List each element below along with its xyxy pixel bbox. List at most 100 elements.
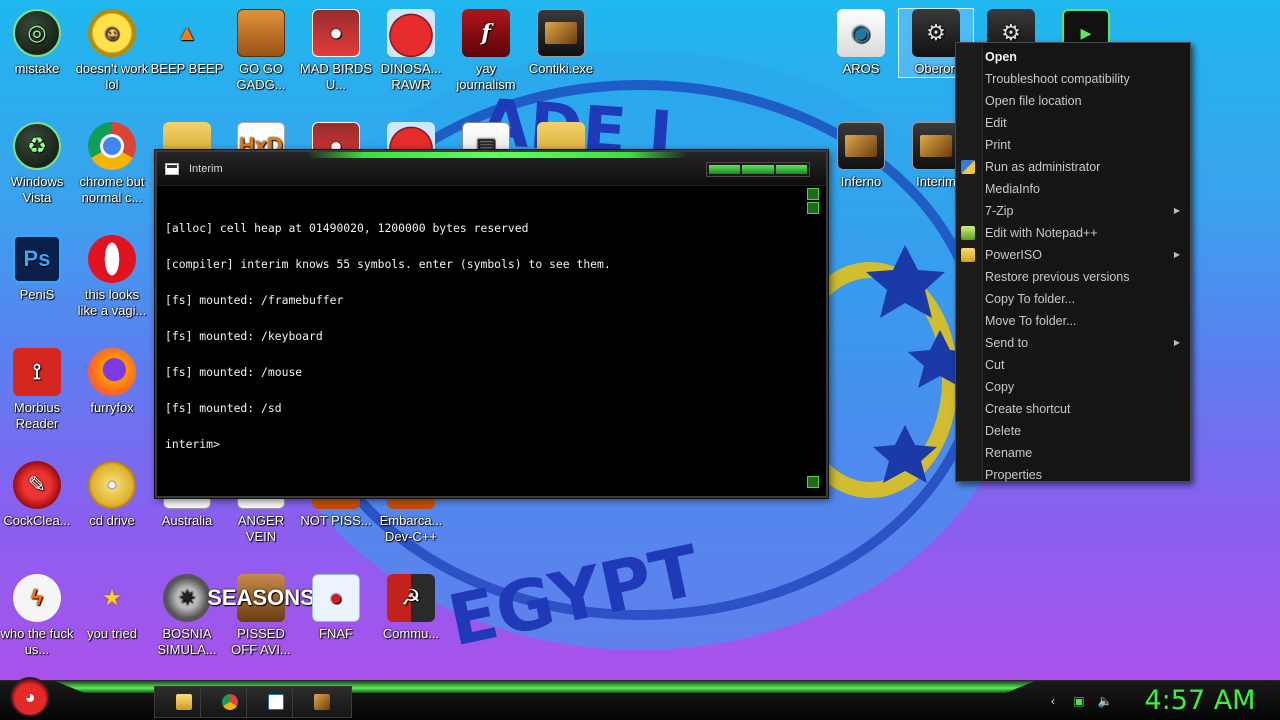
desktop-icon[interactable]: ⟟ Morbius Reader [0, 348, 74, 432]
menu-item-label: Cut [985, 358, 1005, 372]
menu-item[interactable]: 7-Zip ▶ [956, 200, 1190, 222]
menu-item[interactable]: Open file location [956, 90, 1190, 112]
desktop-icon[interactable]: this looks like a vagi... [75, 235, 149, 319]
menu-item-label: Delete [985, 424, 1022, 438]
menu-item[interactable]: Troubleshoot compatibility [956, 68, 1190, 90]
submenu-arrow-icon: ▶ [1173, 338, 1180, 347]
context-menu: Open Troubleshoot compatibility Open file … [955, 42, 1191, 482]
desktop-icon-label: AROS [842, 61, 880, 76]
desktop-icon-label: furryfox [90, 400, 134, 415]
desktop-icon[interactable]: ✎ CockClea... [0, 461, 74, 529]
desktop-icon[interactable]: chrome but normal c... [75, 122, 149, 206]
minimize-button[interactable] [709, 165, 741, 174]
console-line: [fs] mounted: /framebuffer [165, 293, 344, 307]
menu-item[interactable]: PowerISO ▶ [956, 244, 1190, 266]
menu-item[interactable]: Move To folder... [956, 310, 1190, 332]
menu-item-label: Edit [985, 116, 1007, 130]
scroll-thumb[interactable] [807, 202, 819, 214]
desktop-icon-label: Australia [161, 513, 213, 528]
desktop-icon[interactable]: SEASONS PISSED OFF AVI... [207, 574, 315, 658]
maximize-button[interactable] [742, 165, 774, 174]
scroll-down-button[interactable] [807, 476, 819, 488]
angry-birds-seasons-icon: SEASONS [207, 574, 315, 622]
desktop-icon[interactable]: cd drive [75, 461, 149, 529]
desktop-icon-label: Inferno [840, 174, 882, 189]
menu-item[interactable]: Cut [956, 354, 1190, 376]
desktop-icon[interactable]: ☭ Commu... [374, 574, 448, 642]
desktop-icon-label: Embarca... Dev-C++ [379, 513, 443, 544]
menu-item[interactable]: Edit [956, 112, 1190, 134]
console-line: [fs] mounted: /sd [165, 401, 282, 415]
desktop-icon[interactable]: ● FNAF [299, 574, 373, 642]
desktop-icon[interactable]: ▲ BEEP BEEP [150, 9, 224, 77]
start-button[interactable]: ◕ [10, 677, 50, 717]
desktop-icon[interactable]: Ps PeniS [0, 235, 74, 303]
terminal-app-icon [165, 162, 179, 175]
firefox-icon [88, 348, 136, 396]
menu-item-label: Send to [985, 336, 1029, 350]
chrome-icon [222, 694, 238, 710]
menu-item-label: Restore previous versions [985, 270, 1130, 284]
desktop-icon[interactable]: ★ you tried [75, 574, 149, 642]
cd-drive-icon [88, 461, 136, 509]
menu-item-label: Open [985, 50, 1017, 64]
desktop-icon-label: ANGER VEIN [237, 513, 285, 544]
chrome-icon [88, 122, 136, 170]
desktop-icon[interactable]: ● MAD BIRDS U... [299, 9, 373, 93]
flash-icon: f [462, 9, 510, 57]
desktop-icon[interactable]: ◎ mistake [0, 9, 74, 77]
console-output[interactable]: [alloc] cell heap at 01490020, 1200000 b… [165, 198, 802, 486]
menu-item-label: Edit with Notepad++ [985, 226, 1098, 240]
menu-item[interactable]: Open [956, 46, 1190, 68]
menu-item[interactable]: Edit with Notepad++ [956, 222, 1190, 244]
desktop-icon[interactable]: f yay journalism [449, 9, 523, 93]
desktop-icon-label: GO GO GADG... [236, 61, 286, 92]
menu-item[interactable]: Send to ▶ [956, 332, 1190, 354]
close-button[interactable] [775, 165, 807, 174]
desktop-icon[interactable]: ☺ doesn't work lol [75, 9, 149, 93]
scrollbar[interactable] [806, 188, 820, 488]
recycle-orb-icon: ♻ [13, 122, 61, 170]
interim-terminal-window[interactable]: Interim [alloc] cell heap at 01490020, 1… [155, 150, 828, 498]
menu-item-label: Open file location [985, 94, 1082, 108]
desktop-icon[interactable]: ♻ Windows Vista [0, 122, 74, 206]
desktop-icon-label: chrome but normal c... [79, 174, 145, 205]
clock[interactable]: 4:57 AM [1130, 681, 1270, 720]
menu-item-label: Properties [985, 468, 1042, 482]
terminal-title-bar[interactable]: Interim [157, 152, 826, 186]
aros-eye-icon [268, 694, 284, 710]
desktop-icon[interactable]: DINOSA... RAWR [374, 9, 448, 93]
scroll-up-button[interactable] [807, 188, 819, 200]
wallpaper-bottom-text: EGYPT [442, 529, 707, 662]
menu-item[interactable]: Rename [956, 442, 1190, 464]
menu-item[interactable]: Restore previous versions [956, 266, 1190, 288]
communist-flag-icon: ☭ [387, 574, 435, 622]
desktop-icon[interactable]: furryfox [75, 348, 149, 416]
desktop-icon[interactable]: ϟ who the fuck us... [0, 574, 74, 658]
network-icon[interactable]: ▣ [1071, 693, 1087, 709]
menu-item[interactable]: Run as administrator [956, 156, 1190, 178]
desktop-icon[interactable]: Contiki.exe [524, 9, 598, 77]
submenu-arrow-icon: ▶ [1173, 206, 1180, 215]
menu-item[interactable]: Copy To folder... [956, 288, 1190, 310]
desktop-icon-label: DINOSA... RAWR [380, 61, 442, 92]
spiked-ball-icon: ✷ [163, 574, 211, 622]
console-prompt[interactable]: interim> [165, 438, 802, 450]
menu-item[interactable]: Copy [956, 376, 1190, 398]
desktop-icon-label: doesn't work lol [75, 61, 149, 92]
menu-item[interactable]: Create shortcut [956, 398, 1190, 420]
menu-item[interactable]: Delete [956, 420, 1190, 442]
desktop-icon[interactable]: GO GO GADG... [224, 9, 298, 93]
menu-item[interactable]: Properties [956, 464, 1190, 486]
desktop-icon[interactable]: Inferno [824, 122, 898, 190]
terminal-app-icon [537, 9, 585, 57]
chevron-left-icon[interactable]: ‹ [1045, 693, 1061, 709]
volume-icon[interactable]: 🔈 [1097, 693, 1113, 709]
menu-item[interactable]: MediaInfo [956, 178, 1190, 200]
desktop-icon[interactable]: ◉ AROS [824, 9, 898, 77]
desktop-icon-label: who the fuck us... [0, 626, 74, 657]
taskbar-terminal-button[interactable] [292, 686, 352, 718]
folder-icon [176, 694, 192, 710]
title-glow-decoration [307, 152, 687, 158]
menu-item[interactable]: Print [956, 134, 1190, 156]
